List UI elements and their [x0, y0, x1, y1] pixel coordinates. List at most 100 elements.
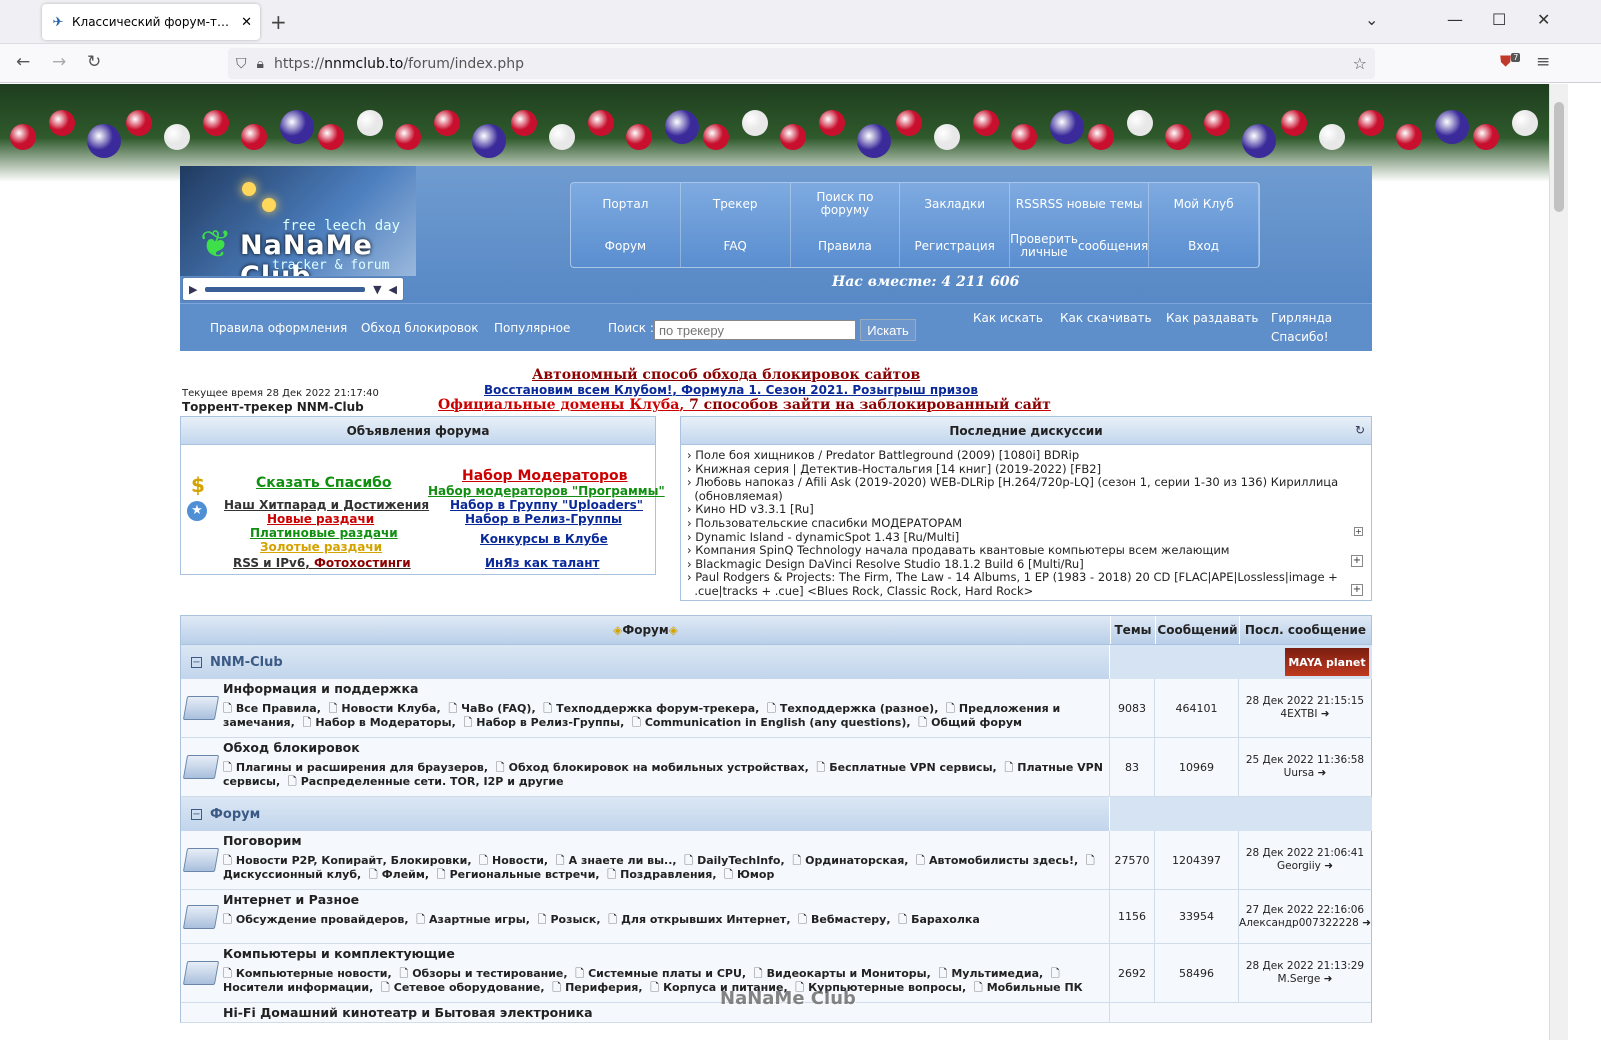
subforum-link[interactable]: ЧаВо (FAQ) — [461, 702, 531, 715]
audio-player[interactable]: ▶ ▼ ◀ — [182, 277, 404, 301]
expand-icon[interactable]: + — [1351, 555, 1363, 567]
back-icon[interactable]: ← — [16, 52, 30, 72]
subforum-link[interactable]: Мультимедиа — [951, 967, 1039, 980]
browser-tab[interactable]: ✈ Классический форум-трекер ✕ — [42, 4, 260, 40]
link-rules[interactable]: Правила оформления — [210, 321, 347, 335]
subforum-link[interactable]: Сетевое оборудование — [394, 981, 541, 994]
subforum-link[interactable]: Вебмастеру — [811, 913, 886, 926]
discussion-item[interactable]: › Кино HD v3.3.1 [Ru] — [687, 503, 1365, 517]
subforum-link[interactable]: Новости — [492, 854, 544, 867]
sponsor-banner[interactable]: MAYA planet — [1285, 648, 1369, 676]
subforum-link[interactable]: Техподдержка форум-трекера — [556, 702, 755, 715]
new-releases-link[interactable]: Новые раздачи — [267, 512, 374, 526]
expand-icon[interactable]: + — [1351, 584, 1363, 596]
notice-restore-link[interactable]: Восстановим всем Клубом! — [484, 383, 672, 397]
new-tab-icon[interactable]: + — [270, 10, 287, 34]
subforum-link[interactable]: Все Правила — [236, 702, 317, 715]
shield-icon[interactable]: ⛉ — [236, 56, 247, 72]
menu-item[interactable]: FAQ — [681, 225, 791, 267]
subforum-link[interactable]: Распределенные сети. TOR, I2P и другие — [301, 775, 564, 788]
category-nnm-club[interactable]: − NNM-Club MAYA planet — [180, 645, 1372, 679]
forum-title[interactable]: Hi-Fi Домашний кинотеатр и Бытовая элект… — [223, 1005, 1107, 1020]
photohost-link[interactable]: Фотохостинги — [314, 556, 411, 570]
forum-row[interactable]: Интернет и Разное 🗋 Обсуждение провайдеров… — [180, 890, 1372, 944]
subforum-link[interactable]: Бесплатные VPN сервисы — [829, 761, 992, 774]
subforum-link[interactable]: Обзоры и тестирование — [412, 967, 563, 980]
discussion-item[interactable]: › Dynamic Island - dynamicSpot 1.43 [Ru/… — [687, 531, 1365, 545]
minimize-icon[interactable]: — — [1447, 10, 1463, 29]
subforum-link[interactable]: Барахолка — [911, 913, 980, 926]
subforum-link[interactable]: Обсуждение провайдеров — [236, 913, 404, 926]
menu-item[interactable]: Форум — [571, 225, 681, 267]
subforum-link[interactable]: Набор в Релиз-Группы — [476, 716, 620, 729]
rss-link[interactable]: RSS и IPv6 — [233, 556, 305, 570]
subforum-link[interactable]: Новости Клуба — [341, 702, 436, 715]
user-link[interactable]: 4EXTBI — [1280, 708, 1317, 720]
discussion-item[interactable]: › Paul Rodgers & Projects: The Firm, The… — [687, 571, 1365, 585]
scrollbar-thumb[interactable] — [1554, 102, 1564, 212]
user-link[interactable]: Georgiiy — [1277, 860, 1321, 872]
subforum-link[interactable]: Обход блокировок на мобильных устройства… — [509, 761, 805, 774]
platinum-releases-link[interactable]: Платиновые раздачи — [250, 526, 398, 540]
go-to-post-icon[interactable]: ➜ — [1314, 767, 1327, 779]
discussion-item[interactable]: › Компания SpinQ Technology начала прода… — [687, 544, 1365, 558]
subforum-link[interactable]: А знаете ли вы.. — [569, 854, 673, 867]
subforum-link[interactable]: Общий форум — [931, 716, 1022, 729]
user-link[interactable]: M.Serge — [1278, 973, 1321, 985]
collapse-icon[interactable]: − — [191, 808, 202, 820]
forum-title[interactable]: Компьютеры и комплектующие — [223, 946, 1107, 961]
link-garland[interactable]: Гирлянда — [1271, 311, 1332, 325]
subforum-link[interactable]: DailyTechInfo — [697, 854, 780, 867]
forum-row[interactable]: Информация и поддержка 🗋 Все Правила, 🗋 Нов… — [180, 679, 1372, 738]
go-to-post-icon[interactable]: ➜ — [1359, 917, 1371, 929]
link-popular[interactable]: Популярное — [494, 321, 570, 335]
reload-icon[interactable]: ↻ — [87, 52, 101, 72]
go-to-post-icon[interactable]: ➜ — [1317, 708, 1330, 720]
release-groups-link[interactable]: Набор в Релиз-Группы — [465, 512, 622, 526]
ublock-icon[interactable]: ⛊ 7 — [1500, 52, 1521, 70]
gold-releases-link[interactable]: Золотые раздачи — [260, 540, 382, 554]
forum-title[interactable]: Поговорим — [223, 833, 1107, 848]
discussion-item[interactable]: › Книжная серия | Детектив-Ностальгия [1… — [687, 463, 1365, 477]
forum-title[interactable]: Информация и поддержка — [223, 681, 1107, 696]
subforum-link[interactable]: Для открывших Интернет — [621, 913, 786, 926]
uploaders-link[interactable]: Набор в Группу "Uploaders" — [450, 498, 643, 512]
volume-icon[interactable]: ◀ — [389, 283, 397, 296]
play-icon[interactable]: ▶ — [189, 283, 197, 296]
forum-row[interactable]: Поговорим 🗋 Новости P2P, Копирайт, Блокиро… — [180, 831, 1372, 890]
discussion-item[interactable]: .cue|tracks + .cue] <Blues Rock, Classic… — [687, 585, 1365, 599]
menu-item[interactable]: Регистрация — [900, 225, 1011, 267]
discussion-item[interactable]: › Пользовательские спасибки МОДЕРАТОРАМ — [687, 517, 1365, 531]
link-thanks[interactable]: Спасибо! — [1271, 330, 1329, 344]
discussion-item[interactable]: (обновляемая) — [687, 490, 1365, 504]
audio-progress-bar[interactable] — [205, 286, 366, 292]
subforum-link[interactable]: Системные платы и CPU — [588, 967, 742, 980]
lock-icon[interactable]: 🔒︎ — [257, 56, 264, 72]
hitparade-link[interactable]: Наш Хитпарад и Достижения — [224, 498, 429, 512]
go-to-post-icon[interactable]: ➜ — [1321, 860, 1333, 872]
tab-list-chevron-icon[interactable]: ⌄ — [1365, 10, 1378, 29]
bookmark-star-icon[interactable]: ☆ — [1353, 54, 1367, 73]
menu-item[interactable]: Правила — [791, 225, 901, 267]
category-forum[interactable]: − Форум — [180, 797, 1372, 831]
menu-item[interactable]: Проверить личные сообщения — [1010, 225, 1150, 267]
inyaz-link[interactable]: ИнЯз как талант — [485, 556, 599, 570]
collapse-icon[interactable]: − — [191, 656, 202, 668]
window-close-icon[interactable]: ✕ — [1537, 10, 1550, 29]
dropdown-icon[interactable]: ▼ — [373, 283, 381, 296]
forum-title[interactable]: Интернет и Разное — [223, 892, 1107, 907]
menu-item[interactable]: Поиск по форуму — [791, 183, 901, 225]
subforum-link[interactable]: Техподдержка (разное) — [780, 702, 934, 715]
notice-f1-link[interactable]: Формула 1. Сезон 2021. Розыгрыш призов — [681, 383, 978, 397]
address-bar[interactable]: ⛉ 🔒︎ https://nnmclub.to/forum/index.php … — [228, 48, 1375, 79]
menu-item[interactable]: Трекер — [681, 183, 791, 225]
menu-icon[interactable]: ≡ — [1536, 52, 1550, 72]
menu-item[interactable]: Вход — [1149, 225, 1259, 267]
subforum-link[interactable]: Communication in English (any questions) — [645, 716, 907, 729]
menu-item[interactable]: Мой Клуб — [1149, 183, 1259, 225]
forward-icon[interactable]: → — [52, 52, 66, 72]
discussion-item[interactable]: › Blackmagic Design DaVinci Resolve Stud… — [687, 558, 1365, 572]
subforum-link[interactable]: Компьютерные новости — [236, 967, 388, 980]
subforum-link[interactable]: Ординаторская — [805, 854, 904, 867]
link-how-seed[interactable]: Как раздавать — [1166, 311, 1258, 325]
